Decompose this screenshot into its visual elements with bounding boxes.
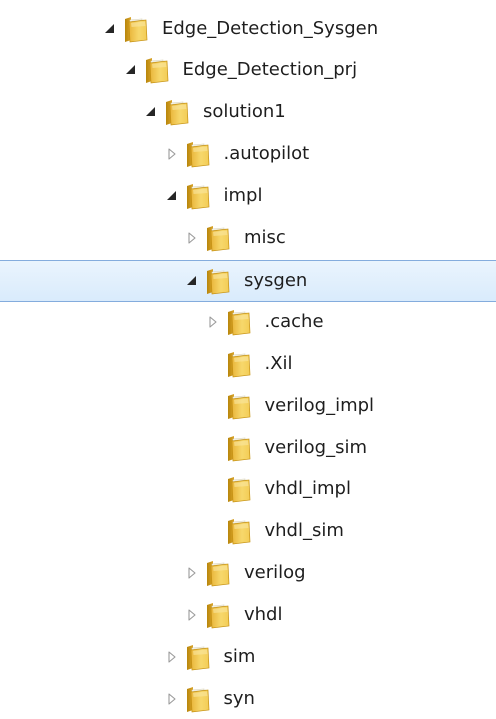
tree-item-label[interactable]: syn [224,687,255,711]
folder-tree[interactable]: Edge_Detection_Sysgen Edge_Detection_prjs… [0,0,496,719]
folder-icon [223,433,253,463]
collapse-arrow-icon[interactable] [185,273,199,289]
tree-row[interactable]: .autopilot [0,134,496,176]
tree-row[interactable]: impl [0,176,496,218]
expand-arrow-icon[interactable] [165,649,179,665]
folder-icon [161,97,191,127]
expand-arrow-icon[interactable] [206,314,220,330]
expand-arrow-icon[interactable] [185,230,199,246]
folder-icon [202,266,232,296]
tree-row[interactable]: sysgen [0,259,496,302]
tree-item-label[interactable]: sim [224,645,256,669]
tree-item-label[interactable]: impl [224,184,263,208]
tree-item-label[interactable]: sysgen [244,269,307,293]
tree-row[interactable]: .cache [0,302,496,344]
folder-icon [202,600,232,630]
tree-item-label[interactable]: verilog [244,561,306,585]
tree-row[interactable]: vhdl_impl [0,469,496,511]
tree-row[interactable]: solution1 [0,92,496,134]
folder-icon [223,349,253,379]
folder-icon [223,516,253,546]
tree-item-label[interactable]: vhdl [244,603,283,627]
folder-icon [182,181,212,211]
tree-item-label[interactable]: .cache [265,310,324,334]
tree-item-label[interactable]: vhdl_sim [265,519,344,543]
collapse-arrow-icon[interactable] [144,104,158,120]
expand-arrow-icon[interactable] [185,565,199,581]
tree-item-label[interactable]: Edge_Detection_prj [183,58,358,82]
tree-item-label[interactable]: .Xil [265,352,293,376]
folder-icon [182,139,212,169]
tree-row[interactable]: vhdl [0,595,496,637]
tree-item-label[interactable]: Edge_Detection_Sysgen [162,17,378,41]
folder-icon [182,642,212,672]
collapse-arrow-icon[interactable] [165,188,179,204]
tree-row[interactable]: vhdl_sim [0,511,496,553]
tree-item-label[interactable]: verilog_sim [265,436,367,460]
tree-item-label[interactable]: .autopilot [224,142,310,166]
tree-row[interactable]: verilog_impl [0,386,496,428]
folder-icon [223,474,253,504]
expand-arrow-icon[interactable] [165,691,179,707]
folder-icon [223,307,253,337]
folder-icon [202,223,232,253]
folder-icon [182,684,212,714]
tree-item-label[interactable]: solution1 [203,100,286,124]
folder-icon [202,558,232,588]
expand-arrow-icon[interactable] [185,607,199,623]
tree-row[interactable]: verilog [0,553,496,595]
tree-item-label[interactable]: verilog_impl [265,394,375,418]
tree-row[interactable]: syn [0,679,496,719]
tree-row[interactable]: .Xil [0,344,496,386]
expand-arrow-icon[interactable] [165,146,179,162]
collapse-arrow-icon[interactable] [124,62,138,78]
tree-row[interactable]: Edge_Detection_prj [0,50,496,92]
tree-row[interactable]: Edge_Detection_Sysgen [0,9,496,51]
tree-item-label[interactable]: vhdl_impl [265,477,351,501]
collapse-arrow-icon[interactable] [103,21,117,37]
folder-icon [141,55,171,85]
tree-row[interactable]: sim [0,637,496,679]
folder-icon [120,14,150,44]
tree-row[interactable]: verilog_sim [0,428,496,470]
folder-icon [223,391,253,421]
tree-row[interactable]: misc [0,218,496,260]
tree-item-label[interactable]: misc [244,226,286,250]
